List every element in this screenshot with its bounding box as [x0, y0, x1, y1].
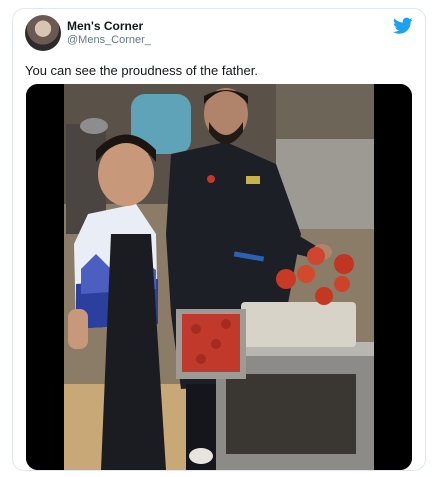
tweet-text: You can see the proudness of the father. [25, 63, 258, 78]
twitter-bird-icon[interactable] [393, 17, 413, 35]
kitchen-scene [26, 84, 412, 470]
author-handle[interactable]: @Mens_Corner_ [67, 34, 151, 46]
tweet-card: Men's Corner @Mens_Corner_ You can see t… [12, 8, 426, 471]
author-name[interactable]: Men's Corner [67, 19, 143, 33]
tweet-video[interactable] [26, 84, 412, 470]
author-avatar[interactable] [25, 15, 61, 51]
